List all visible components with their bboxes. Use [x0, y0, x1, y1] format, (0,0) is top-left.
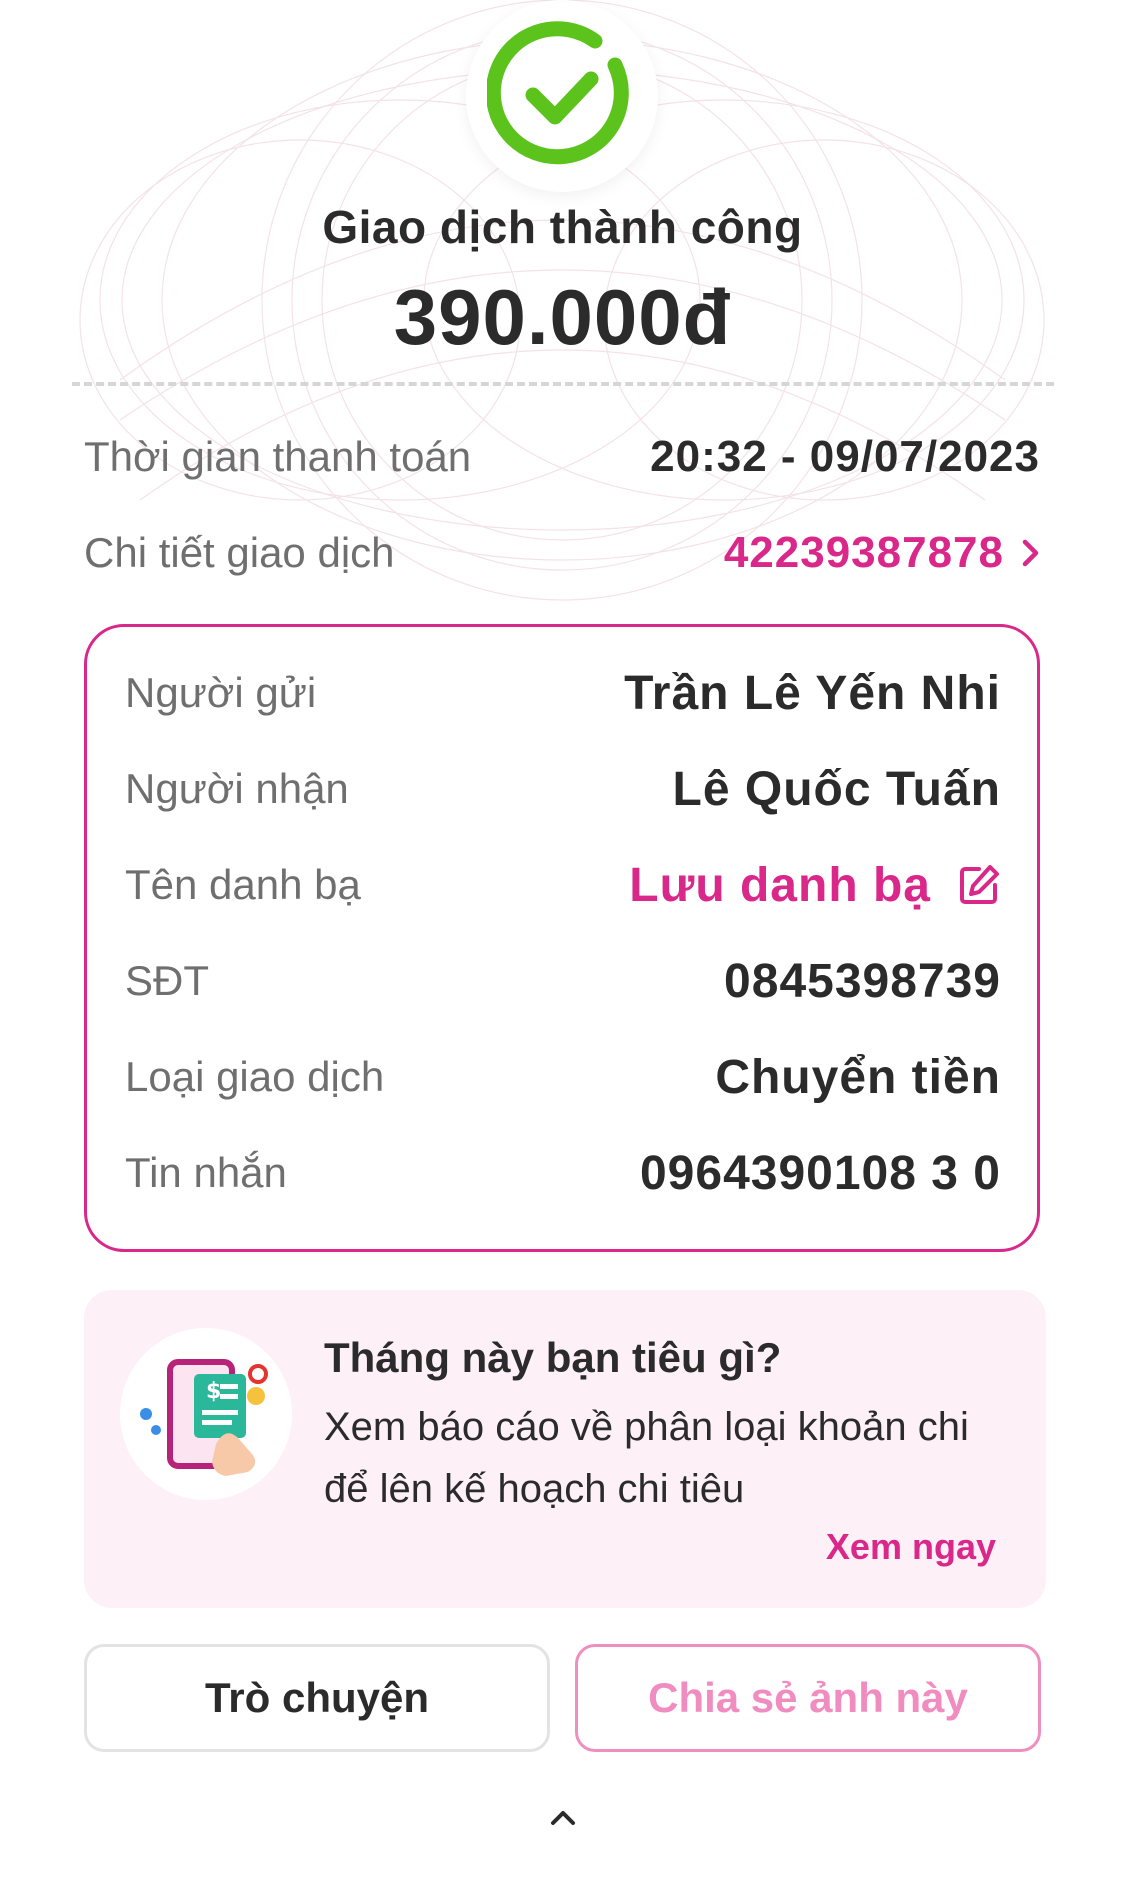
view-now-link[interactable]: Xem ngay [826, 1526, 996, 1568]
transaction-amount: 390.000đ [393, 273, 732, 361]
transaction-id[interactable]: 42239387878 [724, 528, 1004, 578]
payment-time-label: Thời gian thanh toán [84, 433, 472, 480]
save-contact-label[interactable]: Lưu danh bạ [629, 858, 931, 913]
transaction-details-card: Người gửi Trần Lê Yến Nhi Người nhận Lê … [84, 624, 1040, 1252]
chat-button[interactable]: Trò chuyện [84, 1644, 550, 1752]
chevron-right-icon [1022, 539, 1039, 567]
promo-title: Tháng này bạn tiêu gì? [324, 1334, 782, 1381]
sender-label: Người gửi [125, 669, 317, 716]
phone-value: 0845398739 [724, 954, 1001, 1008]
receiver-value: Lê Quốc Tuấn [672, 762, 1001, 816]
transaction-type-row: Loại giao dịch Chuyển tiền [125, 1047, 1001, 1107]
spending-report-banner[interactable]: $ Tháng này bạn tiêu gì? Xem báo cáo về … [84, 1290, 1046, 1608]
sender-value: Trần Lê Yến Nhi [624, 666, 1001, 720]
check-circle-icon [487, 21, 629, 165]
chevron-up-icon[interactable] [548, 1808, 578, 1828]
payment-time-value: 20:32 - 09/07/2023 [650, 432, 1040, 481]
phone-label: SĐT [125, 957, 209, 1004]
report-illustration: $ [120, 1328, 292, 1500]
receiver-row: Người nhận Lê Quốc Tuấn [125, 759, 1001, 819]
phone-report-icon: $ [140, 1359, 268, 1476]
success-badge [466, 0, 658, 192]
contact-name-row: Tên danh bạ Lưu danh bạ [125, 855, 1001, 915]
transaction-detail-label: Chi tiết giao dịch [84, 529, 395, 576]
transaction-id-link[interactable]: 42239387878 [724, 528, 1040, 578]
message-label: Tin nhắn [125, 1149, 287, 1196]
promo-description: Xem báo cáo về phân loại khoản chi để lê… [324, 1405, 969, 1511]
save-contact-button[interactable]: Lưu danh bạ [629, 858, 1001, 913]
message-value: 0964390108 3 0 [639, 1146, 1001, 1200]
payment-time-row: Thời gian thanh toán 20:32 - 09/07/2023 [84, 432, 1040, 482]
contact-name-label: Tên danh bạ [125, 861, 361, 908]
transaction-type-label: Loại giao dịch [125, 1053, 385, 1100]
sender-row: Người gửi Trần Lê Yến Nhi [125, 663, 1001, 723]
svg-text:$: $ [206, 1379, 221, 1404]
message-row: Tin nhắn 0964390108 3 0 [125, 1143, 1001, 1203]
receiver-label: Người nhận [125, 765, 349, 812]
transaction-type-value: Chuyển tiền [715, 1050, 1001, 1104]
dashed-divider [72, 382, 1054, 386]
share-image-button[interactable]: Chia sẻ ảnh này [575, 1644, 1041, 1752]
edit-icon[interactable] [957, 863, 1001, 907]
transaction-detail-row[interactable]: Chi tiết giao dịch 42239387878 [84, 528, 1040, 578]
phone-row: SĐT 0845398739 [125, 951, 1001, 1011]
transaction-status-title: Giao dịch thành công [322, 201, 803, 253]
